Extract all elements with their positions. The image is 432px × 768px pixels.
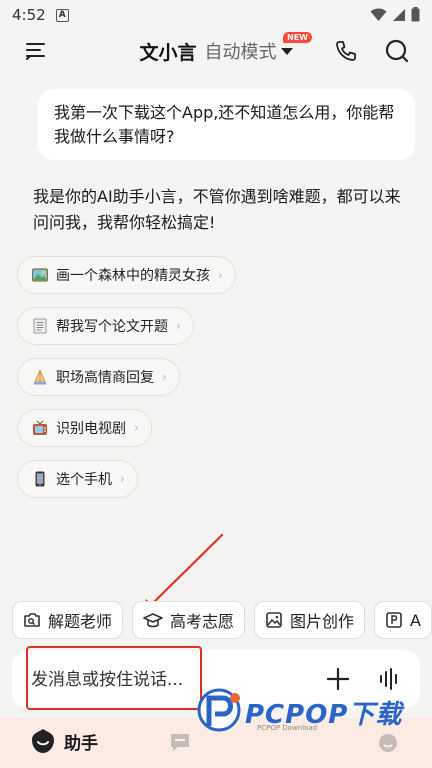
annotation-highlight-box xyxy=(26,646,202,710)
chip-solve-teacher[interactable]: 解题老师 xyxy=(12,601,124,639)
tab-assistant-label: 助手 xyxy=(64,733,98,754)
chip-college-choice[interactable]: 高考志愿 xyxy=(132,601,246,639)
tab-assistant[interactable]: 助手 xyxy=(30,728,98,754)
chip-image-create[interactable]: 图片创作 xyxy=(254,601,366,639)
camera-solve-icon xyxy=(24,613,40,627)
watermark-badge-icon xyxy=(197,688,241,732)
chip-label: A xyxy=(410,610,421,630)
graduation-cap-icon xyxy=(143,613,163,628)
chat-icon[interactable] xyxy=(168,730,192,754)
watermark-subtext: PCPOP Download xyxy=(257,724,318,732)
chip-label: 解题老师 xyxy=(48,612,113,631)
chip-label: 图片创作 xyxy=(290,612,355,631)
watermark-logo: PCPOP下载 PCPOP Download xyxy=(195,688,402,736)
quick-chip-row: 解题老师 高考志愿 图片创作 A xyxy=(12,601,432,639)
assistant-icon xyxy=(32,729,54,753)
chip-ppt[interactable]: A xyxy=(374,601,432,639)
ppt-icon xyxy=(386,612,402,628)
image-create-icon xyxy=(266,612,282,628)
chip-label: 高考志愿 xyxy=(170,612,235,631)
plus-icon[interactable] xyxy=(327,668,349,690)
